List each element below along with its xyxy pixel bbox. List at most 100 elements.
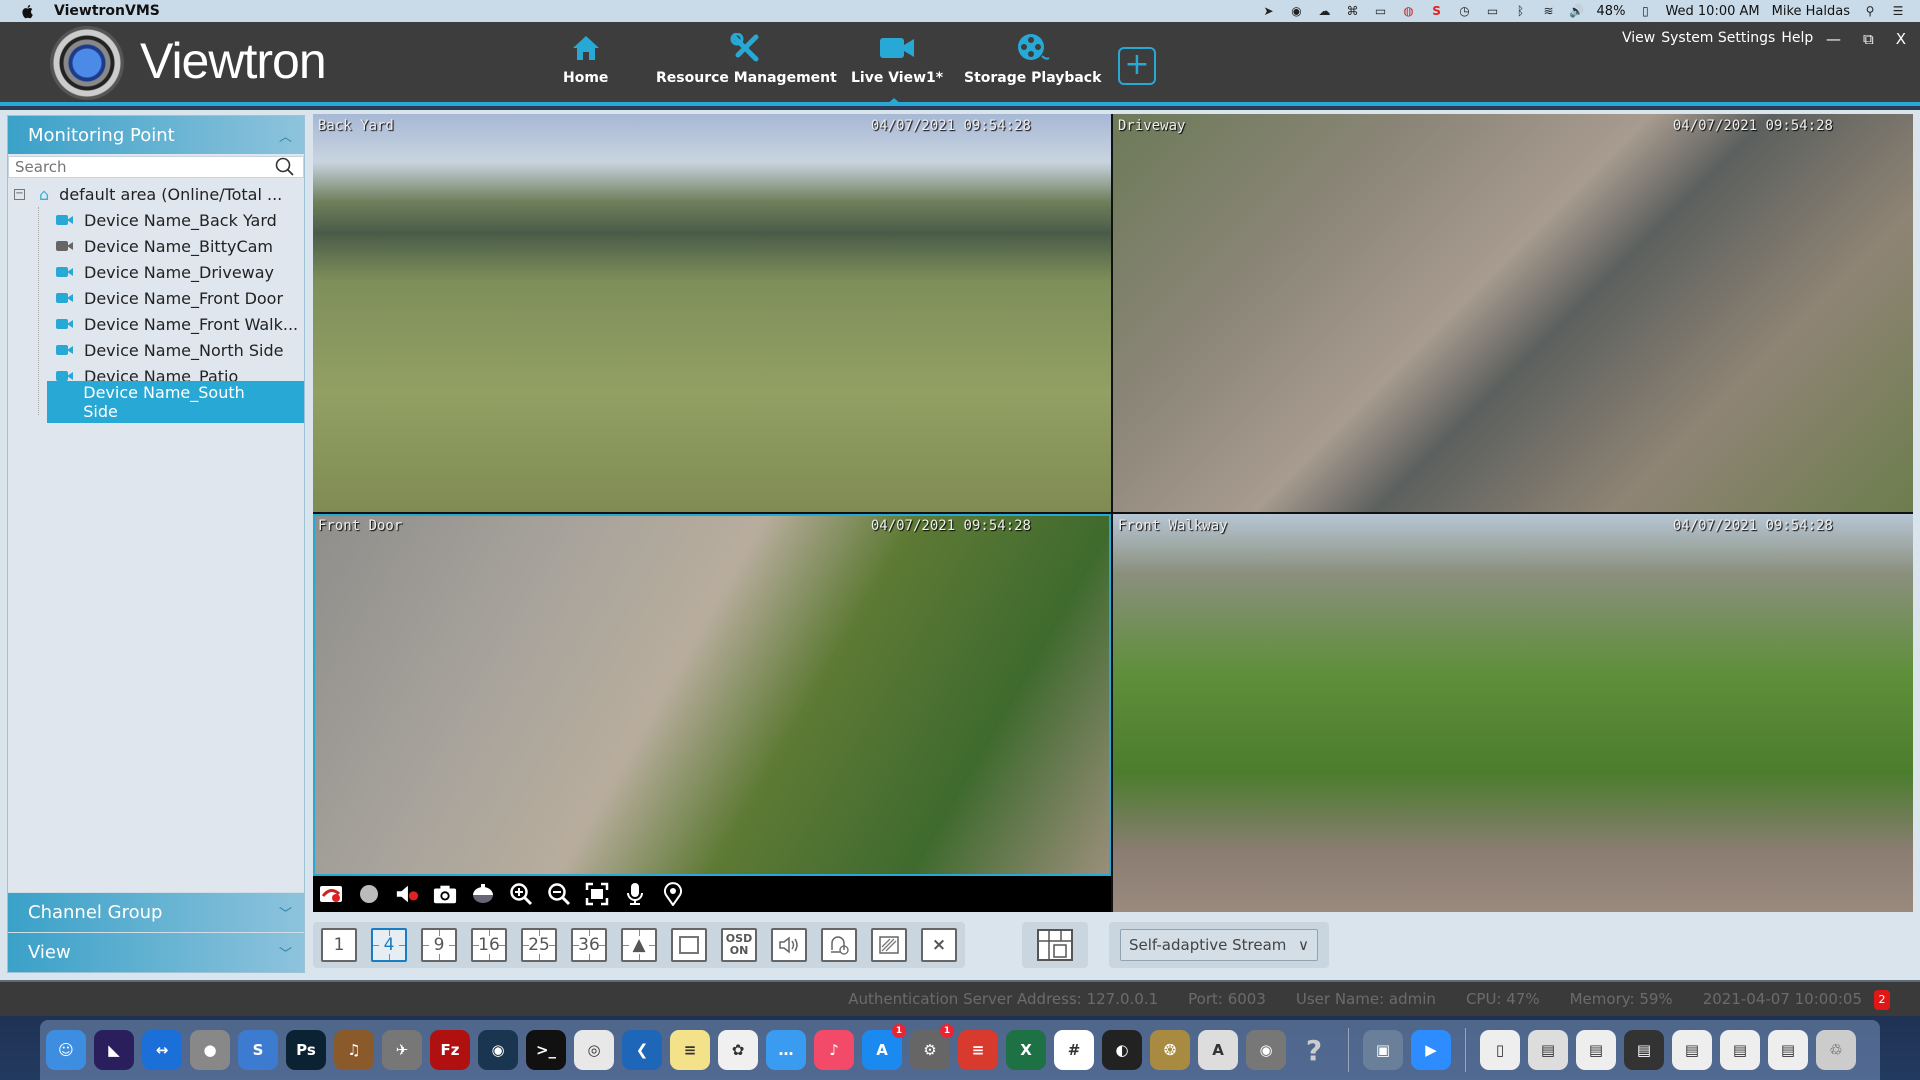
dock-app-viewtron-vms[interactable]: ◉ — [1246, 1030, 1286, 1070]
layout-25-button[interactable]: 25 — [521, 928, 557, 962]
menubar-clock[interactable]: Wed 10:00 AM — [1665, 4, 1759, 19]
alarm-output-button[interactable] — [821, 928, 857, 962]
spotlight-icon[interactable]: ⚲ — [1862, 4, 1878, 18]
video-tile-driveway[interactable]: Driveway 04/07/2021 09:54:28 — [1113, 114, 1913, 512]
location-icon[interactable]: ➤ — [1261, 4, 1277, 18]
location-pin-icon[interactable] — [661, 882, 685, 906]
time-machine-icon[interactable]: ◷ — [1457, 4, 1473, 18]
sequence-button[interactable]: ▲ — [621, 928, 657, 962]
snagit-icon[interactable]: S — [1429, 4, 1445, 18]
screen-record-icon[interactable]: ▭ — [1373, 4, 1389, 18]
chevron-up-icon[interactable]: ︿ — [279, 126, 292, 145]
search-input[interactable] — [15, 158, 275, 176]
restore-button[interactable]: ⧉ — [1863, 30, 1874, 48]
add-tab-button[interactable]: + — [1118, 47, 1156, 85]
channel-group-header[interactable]: Channel Group ﹀ — [8, 892, 304, 932]
dock-app-chrome[interactable]: ◎ — [574, 1030, 614, 1070]
device-item-selected[interactable]: Device Name_South Side — [8, 381, 304, 423]
nav-live-view[interactable]: Live View1* — [851, 32, 943, 86]
stream-type-select[interactable]: Self-adaptive Stream ∨ — [1120, 929, 1318, 961]
chevron-down-icon[interactable]: ﹀ — [279, 903, 292, 922]
device-item[interactable]: Device Name_BittyCam — [8, 233, 304, 259]
layout-16-button[interactable]: 16 — [471, 928, 507, 962]
dock-app-obs[interactable]: ◐ — [1102, 1030, 1142, 1070]
dock-app-photoshop[interactable]: Ps — [286, 1030, 326, 1070]
dock-app-snagit[interactable]: S — [238, 1030, 278, 1070]
dock-app-video-editor[interactable]: ❂ — [1150, 1030, 1190, 1070]
tree-root-default-area[interactable]: − ⌂ default area (Online/Total ... — [8, 182, 304, 207]
layout-9-button[interactable]: 9 — [421, 928, 457, 962]
stop-video-icon[interactable] — [319, 882, 343, 906]
viewtron-icon[interactable]: ◉ — [1289, 4, 1305, 18]
dock-app-textedit[interactable]: A — [1198, 1030, 1238, 1070]
dock-app-teamviewer[interactable]: ↔ — [142, 1030, 182, 1070]
menu-system-settings[interactable]: System Settings — [1661, 30, 1775, 46]
menu-view[interactable]: View — [1622, 30, 1655, 46]
alarm-count-badge[interactable]: 2 — [1874, 990, 1890, 1010]
airplay-icon[interactable]: ▭ — [1485, 4, 1501, 18]
dock-app-garageband[interactable]: ♫ — [334, 1030, 374, 1070]
video-tile-front-walkway[interactable]: Front Walkway 04/07/2021 09:54:28 — [1113, 514, 1913, 912]
nav-storage-playback[interactable]: Storage Playback — [964, 32, 1101, 86]
mask-region-button[interactable] — [871, 928, 907, 962]
device-item[interactable]: Device Name_Front Door — [8, 285, 304, 311]
cloud-upload-icon[interactable]: ☁ — [1317, 4, 1333, 18]
dock-app-todoist[interactable]: ≡ — [958, 1030, 998, 1070]
bluetooth-icon[interactable]: ᛒ — [1513, 4, 1529, 18]
custom-layout-button[interactable] — [1022, 922, 1088, 968]
layout-1-button[interactable]: 1 — [321, 928, 357, 962]
dock-app-zoom[interactable]: ▶ — [1411, 1030, 1451, 1070]
dock-app-notes[interactable]: ≡ — [670, 1030, 710, 1070]
chevron-down-icon[interactable]: ﹀ — [279, 943, 292, 962]
device-item[interactable]: Device Name_Driveway — [8, 259, 304, 285]
dock-app-vscode[interactable]: ❮ — [622, 1030, 662, 1070]
layout-36-button[interactable]: 36 — [571, 928, 607, 962]
snapshot-icon[interactable] — [433, 882, 457, 906]
ptz-dome-icon[interactable] — [471, 882, 495, 906]
dock-app-document-window[interactable]: ▤ — [1576, 1030, 1616, 1070]
dock-app-viewtron-client[interactable]: ◉ — [478, 1030, 518, 1070]
dock-app-system-preferences[interactable]: ⚙ 1 — [910, 1024, 954, 1070]
video-tile-front-door[interactable]: Front Door 04/07/2021 09:54:28 — [313, 514, 1111, 876]
video-tile-back-yard[interactable]: Back Yard 04/07/2021 09:54:28 — [313, 114, 1111, 512]
dock-app-photos[interactable]: ✿ — [718, 1030, 758, 1070]
dock-app-chrome-window[interactable]: ▤ — [1768, 1030, 1808, 1070]
active-app-name[interactable]: ViewtronVMS — [54, 3, 160, 19]
menubar-user[interactable]: Mike Haldas — [1772, 4, 1850, 19]
menu-help[interactable]: Help — [1781, 30, 1813, 46]
notification-center-icon[interactable]: ☰ — [1890, 4, 1906, 18]
dock-app-premiere-encoder[interactable]: ◣ — [94, 1030, 134, 1070]
collapse-icon[interactable]: − — [14, 189, 25, 200]
dock-app-slack[interactable]: # — [1054, 1030, 1094, 1070]
apple-menu-icon[interactable] — [20, 3, 36, 19]
zoom-out-icon[interactable] — [547, 882, 571, 906]
zoom-in-icon[interactable] — [509, 882, 533, 906]
dock-app-finder-window[interactable]: ▤ — [1672, 1030, 1712, 1070]
volume-icon[interactable]: 🔊 — [1569, 4, 1585, 18]
dock-app-filezilla[interactable]: Fz — [430, 1030, 470, 1070]
monitoring-point-header[interactable]: Monitoring Point ︿ — [8, 116, 304, 154]
fullscreen-button[interactable] — [671, 928, 707, 962]
nav-home[interactable]: Home — [563, 32, 608, 86]
osd-toggle-button[interactable]: OSD ON — [721, 928, 757, 962]
dock-app-excel-window[interactable]: ▤ — [1528, 1030, 1568, 1070]
dock-app-iphone-mirror[interactable]: ▯ — [1480, 1030, 1520, 1070]
device-item[interactable]: Device Name_North Side — [8, 337, 304, 363]
close-button[interactable]: X — [1896, 30, 1906, 48]
dock-app-browser-window[interactable]: ▤ — [1720, 1030, 1760, 1070]
dock-app-launchpad[interactable]: ✈ — [382, 1030, 422, 1070]
creative-cloud-icon[interactable]: ◍ — [1401, 4, 1417, 18]
close-all-button[interactable]: × — [921, 928, 957, 962]
search-icon[interactable] — [275, 157, 295, 177]
layout-4-button[interactable]: 4 — [371, 928, 407, 962]
minimize-button[interactable]: — — [1826, 30, 1841, 48]
record-icon[interactable] — [357, 882, 381, 906]
mute-icon[interactable] — [395, 882, 419, 906]
dock-app-messages[interactable]: … — [766, 1030, 806, 1070]
dock-app-preview[interactable]: ▣ — [1363, 1030, 1403, 1070]
dock-app-terminal[interactable]: >_ — [526, 1030, 566, 1070]
device-item[interactable]: Device Name_Back Yard — [8, 207, 304, 233]
battery-icon[interactable]: ▯ — [1637, 4, 1653, 18]
view-header[interactable]: View ﹀ — [8, 932, 304, 972]
dock-app-photo-slideshow[interactable]: ● — [190, 1030, 230, 1070]
